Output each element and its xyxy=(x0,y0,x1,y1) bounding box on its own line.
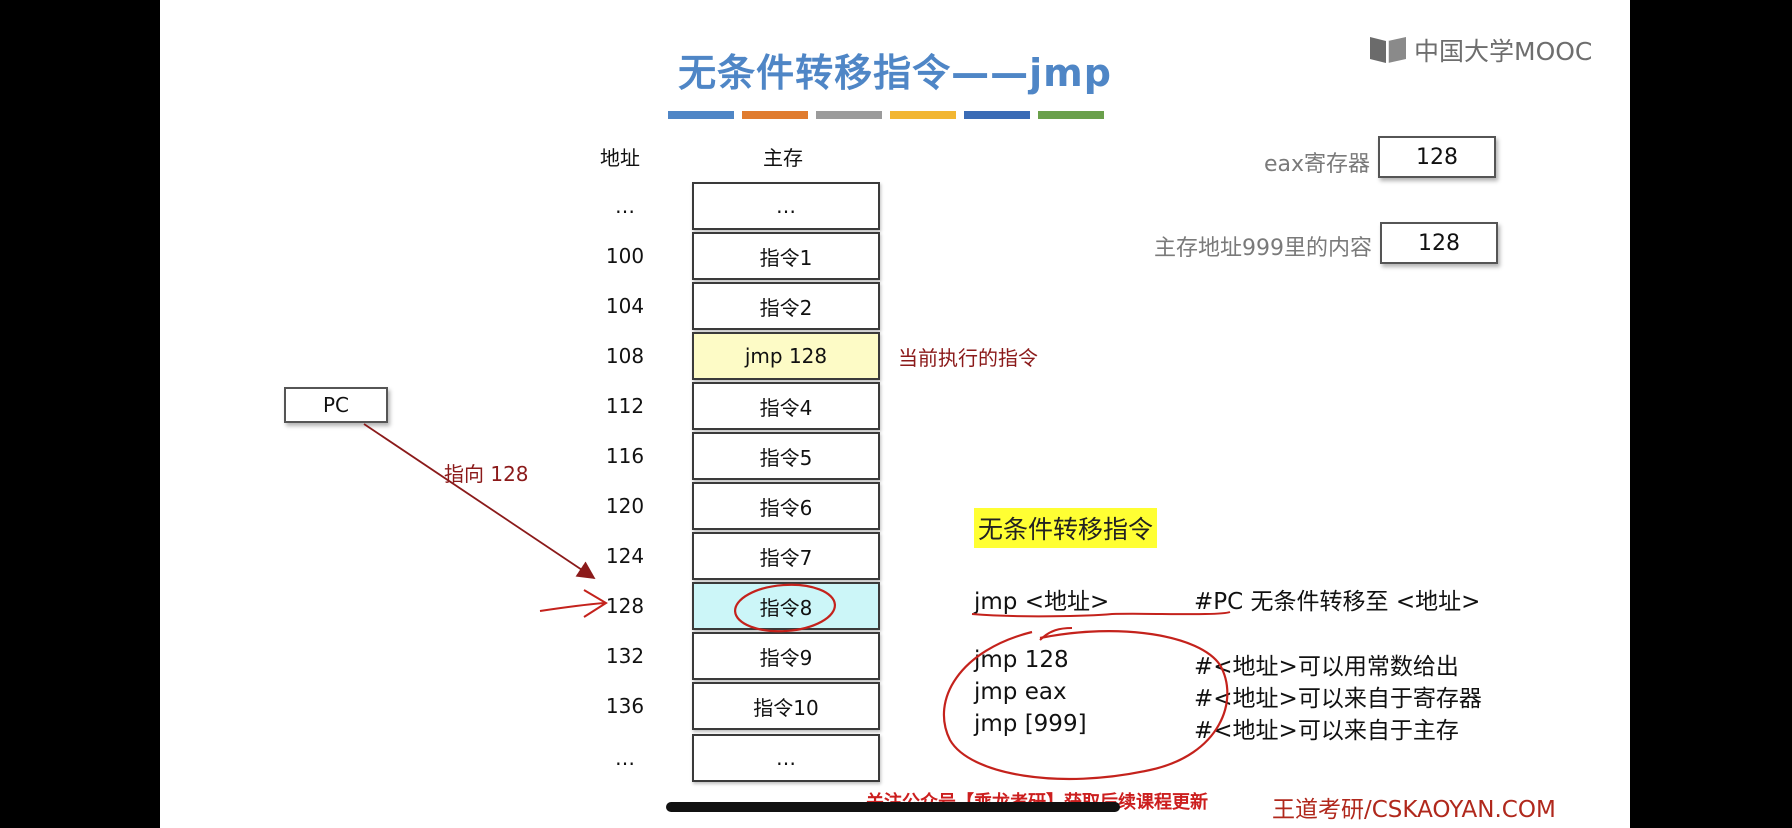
hand-underline xyxy=(971,611,1231,618)
hand-arrow xyxy=(539,589,608,618)
video-scrollbar[interactable] xyxy=(666,802,1120,812)
slide: 无条件转移指令——jmp 中国大学MOOC 地址 主存 …… 100 指令1 104 指… xyxy=(160,0,1630,828)
annotations xyxy=(363,423,1231,780)
hand-circle-examples xyxy=(942,630,1229,780)
pc-pointer-arrow xyxy=(363,423,596,580)
hand-circle-instruction xyxy=(733,583,837,633)
